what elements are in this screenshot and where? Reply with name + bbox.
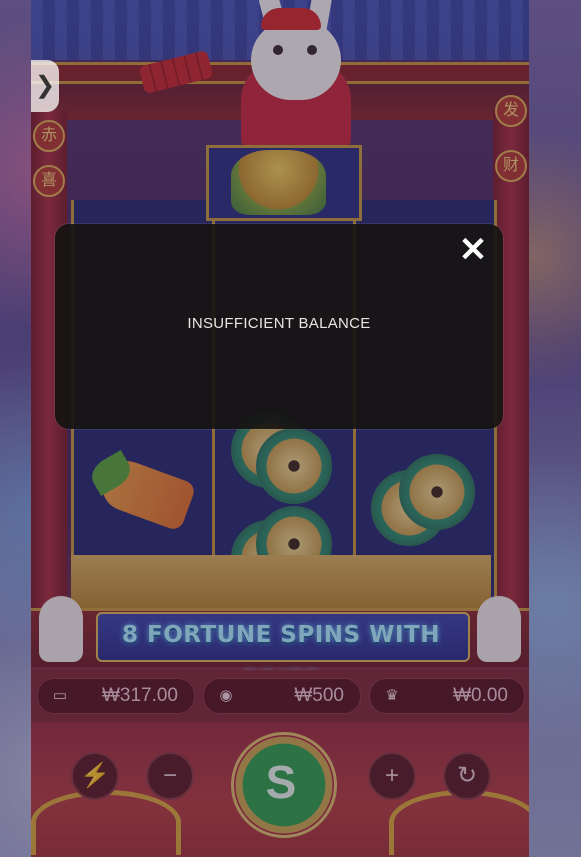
side-menu-tab[interactable]: ❯ <box>31 60 59 112</box>
close-icon[interactable]: ✕ <box>455 232 491 268</box>
alert-message: INSUFFICIENT BALANCE <box>187 315 371 332</box>
